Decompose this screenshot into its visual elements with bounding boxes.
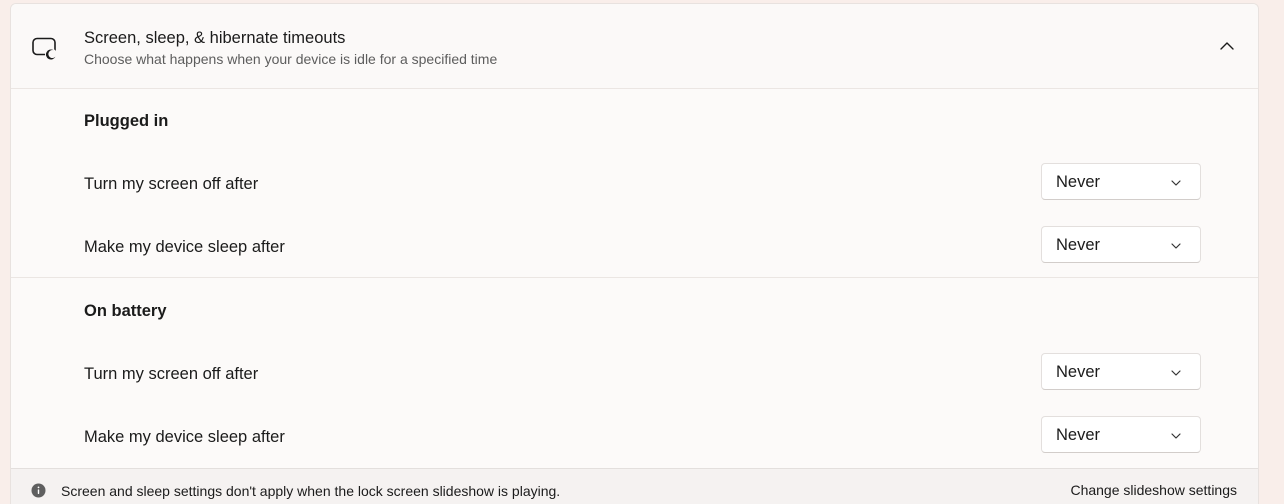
on-battery-heading: On battery	[84, 302, 167, 320]
battery-screen-off-label: Turn my screen off after	[84, 365, 259, 383]
battery-sleep-label: Make my device sleep after	[84, 428, 285, 446]
plugged-screen-off-label: Turn my screen off after	[84, 175, 259, 193]
plugged-sleep-label: Make my device sleep after	[84, 238, 285, 256]
plugged-in-heading: Plugged in	[84, 112, 169, 130]
timeouts-header[interactable]: Screen, sleep, & hibernate timeouts Choo…	[11, 4, 1258, 89]
screen-sleep-icon	[32, 37, 58, 61]
dropdown-value: Never	[1056, 426, 1101, 444]
chevron-down-icon	[1170, 366, 1182, 378]
power-timeouts-card: Screen, sleep, & hibernate timeouts Choo…	[10, 3, 1259, 504]
battery-screen-off-dropdown[interactable]: Never	[1041, 353, 1201, 390]
dropdown-value: Never	[1056, 363, 1101, 381]
battery-sleep-dropdown[interactable]: Never	[1041, 416, 1201, 453]
chevron-down-icon	[1170, 429, 1182, 441]
chevron-down-icon	[1170, 239, 1182, 251]
chevron-up-icon	[1220, 37, 1234, 55]
plugged-screen-off-dropdown[interactable]: Never	[1041, 163, 1201, 200]
dropdown-value: Never	[1056, 173, 1101, 191]
collapse-button[interactable]	[1209, 32, 1245, 60]
slideshow-info-bar: Screen and sleep settings don't apply wh…	[11, 468, 1258, 504]
section-title: Screen, sleep, & hibernate timeouts	[84, 29, 346, 47]
plugged-sleep-dropdown[interactable]: Never	[1041, 226, 1201, 263]
change-slideshow-settings-link[interactable]: Change slideshow settings	[1070, 482, 1237, 498]
info-icon	[31, 483, 46, 498]
chevron-down-icon	[1170, 176, 1182, 188]
section-description: Choose what happens when your device is …	[84, 51, 498, 67]
dropdown-value: Never	[1056, 236, 1101, 254]
slideshow-info-text: Screen and sleep settings don't apply wh…	[61, 483, 561, 499]
group-divider	[11, 277, 1258, 278]
